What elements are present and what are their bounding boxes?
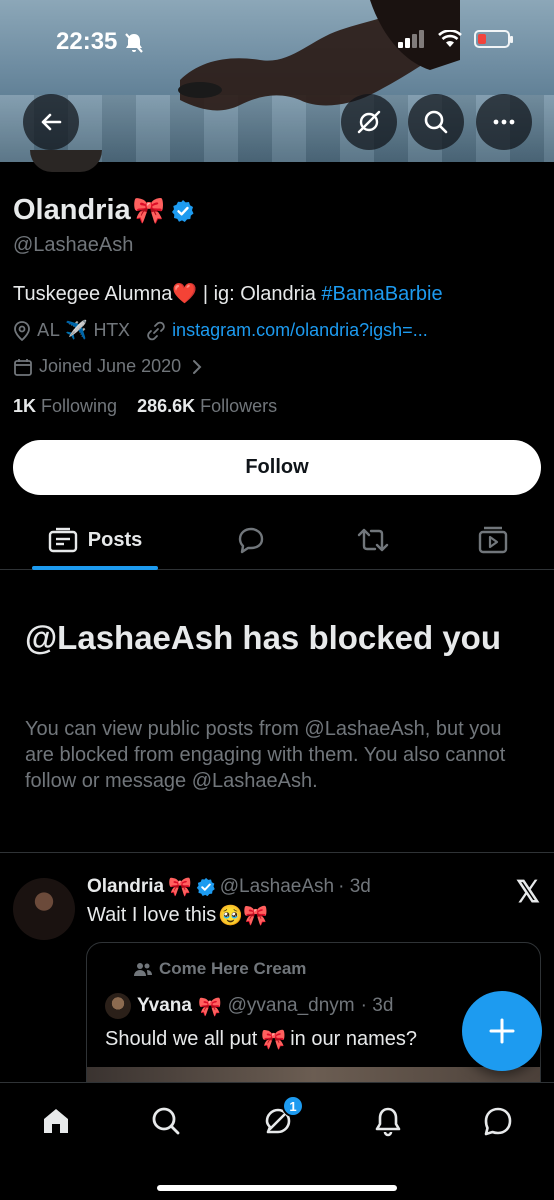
tweet-author-name[interactable]: Olandria	[87, 876, 164, 898]
joined-text: Joined June 2020	[39, 356, 182, 376]
tab-replies[interactable]	[226, 512, 276, 568]
quote-ribbon-emoji: 🎀	[197, 995, 222, 1018]
active-tab-indicator	[32, 566, 158, 570]
more-button[interactable]	[476, 94, 532, 150]
profile-handle: @LashaeAsh	[13, 234, 134, 256]
follow-button[interactable]: Follow	[13, 440, 541, 495]
tweet-author-handle[interactable]: @LashaeAsh	[220, 876, 334, 898]
tab-media[interactable]	[468, 512, 518, 568]
community-name: Come Here Cream	[159, 959, 307, 978]
x-logo-icon: 𝕏	[515, 876, 540, 909]
tab-posts[interactable]: Posts	[32, 512, 158, 568]
link-icon	[147, 321, 165, 340]
location-text: AL ✈️ HTX	[37, 320, 131, 341]
tweet-header: Olandria 🎀 @LashaeAsh · 3d	[87, 875, 371, 899]
silent-bell-icon	[125, 33, 143, 53]
tweet-text-emojis: 🥹🎀	[218, 903, 269, 927]
chevron-right-icon	[193, 359, 202, 374]
tab-posts-label: Posts	[87, 528, 143, 551]
profile-meta-location-row: AL ✈️ HTX instagram.com/olandria?igsh=..…	[13, 320, 428, 341]
follow-counts: 1K Following 286.6K Followers	[13, 396, 277, 417]
notification-badge: 1	[282, 1095, 304, 1117]
home-indicator	[157, 1185, 397, 1191]
back-button[interactable]	[23, 94, 79, 150]
nav-grok[interactable]: 1	[258, 1095, 304, 1141]
tweet-text-body: Wait I love this	[87, 903, 217, 926]
quote-text: Should we all put 🎀 in our names?	[105, 1027, 417, 1051]
section-divider	[0, 852, 554, 853]
website-link[interactable]: instagram.com/olandria?igsh=...	[172, 320, 428, 341]
verified-badge-icon	[196, 877, 215, 896]
followers-count: 286.6K	[137, 396, 196, 416]
nav-home[interactable]	[36, 1101, 76, 1141]
status-time: 22:35	[56, 28, 118, 55]
bio-rest: | ig: Olandria	[197, 283, 322, 305]
quote-time: · 3d	[360, 995, 394, 1016]
profile-tabs: Posts	[0, 512, 554, 570]
heart-emoji: ❤️	[172, 281, 198, 305]
display-name-text: Olandria	[13, 194, 131, 226]
calendar-icon	[14, 358, 32, 376]
blocked-title: @LashaeAsh has blocked you	[25, 619, 501, 656]
quote-avatar	[105, 993, 131, 1019]
nav-search[interactable]	[146, 1101, 186, 1141]
grok-icon	[357, 110, 381, 134]
profile-banner[interactable]: 22:35	[0, 0, 554, 162]
home-icon	[44, 1109, 68, 1133]
ribbon-emoji: 🎀	[132, 195, 166, 226]
signal-icon	[398, 30, 424, 48]
compose-button[interactable]	[462, 991, 542, 1071]
quote-author-name: Yvana	[137, 995, 192, 1016]
following-label: Following	[41, 396, 118, 416]
following-count: 1K	[13, 396, 37, 416]
following-link[interactable]: 1K Following	[13, 396, 117, 416]
profile-display-name: Olandria 🎀	[13, 194, 195, 227]
followers-label: Followers	[200, 396, 278, 416]
posts-icon	[48, 527, 77, 553]
tweet-ribbon-emoji: 🎀	[168, 876, 192, 898]
bottom-navigation: 1	[0, 1082, 554, 1200]
plus-icon	[489, 1018, 515, 1044]
repost-icon	[357, 528, 389, 552]
message-bubble-icon	[484, 1107, 512, 1136]
bell-icon	[375, 1107, 401, 1137]
profile-meta-joined-row[interactable]: Joined June 2020	[13, 356, 203, 377]
bio-text: Tuskegee Alumna	[13, 283, 173, 305]
quote-text-emoji: 🎀	[261, 1027, 287, 1051]
tweet-text: Wait I love this 🥹🎀	[87, 903, 268, 927]
battery-icon	[474, 30, 513, 48]
reply-bubble-icon	[238, 527, 264, 554]
blocked-description: You can view public posts from @LashaeAs…	[25, 718, 506, 792]
profile-bio: Tuskegee Alumna❤️ | ig: Olandria #BamaBa…	[13, 281, 443, 306]
search-icon	[152, 1107, 180, 1135]
nav-notifications[interactable]	[368, 1101, 408, 1141]
search-icon	[424, 110, 448, 134]
search-button[interactable]	[408, 94, 464, 150]
status-indicators	[398, 30, 513, 48]
quote-text-after: in our names?	[290, 1027, 417, 1050]
bio-hashtag-link[interactable]: #BamaBarbie	[321, 283, 442, 305]
verified-badge-icon	[172, 199, 194, 222]
profile-avatar[interactable]	[30, 150, 102, 172]
quote-author-handle: @yvana_dnym	[227, 995, 355, 1016]
more-dots-icon	[493, 119, 515, 125]
quote-community[interactable]: Come Here Cream	[133, 959, 306, 979]
quote-header: Yvana 🎀 @yvana_dnym · 3d	[105, 993, 393, 1019]
nav-messages[interactable]	[478, 1101, 518, 1141]
quote-text-before: Should we all put	[105, 1027, 258, 1050]
tweet-time: · 3d	[338, 875, 371, 897]
media-icon	[478, 526, 508, 554]
grok-button[interactable]	[341, 94, 397, 150]
community-icon	[134, 963, 152, 976]
arrow-left-icon	[41, 113, 62, 131]
wifi-icon	[438, 30, 462, 47]
tab-reposts[interactable]	[348, 512, 398, 568]
followers-link[interactable]: 286.6K Followers	[137, 396, 277, 416]
tweet-avatar[interactable]	[13, 878, 75, 940]
location-pin-icon	[14, 320, 30, 341]
